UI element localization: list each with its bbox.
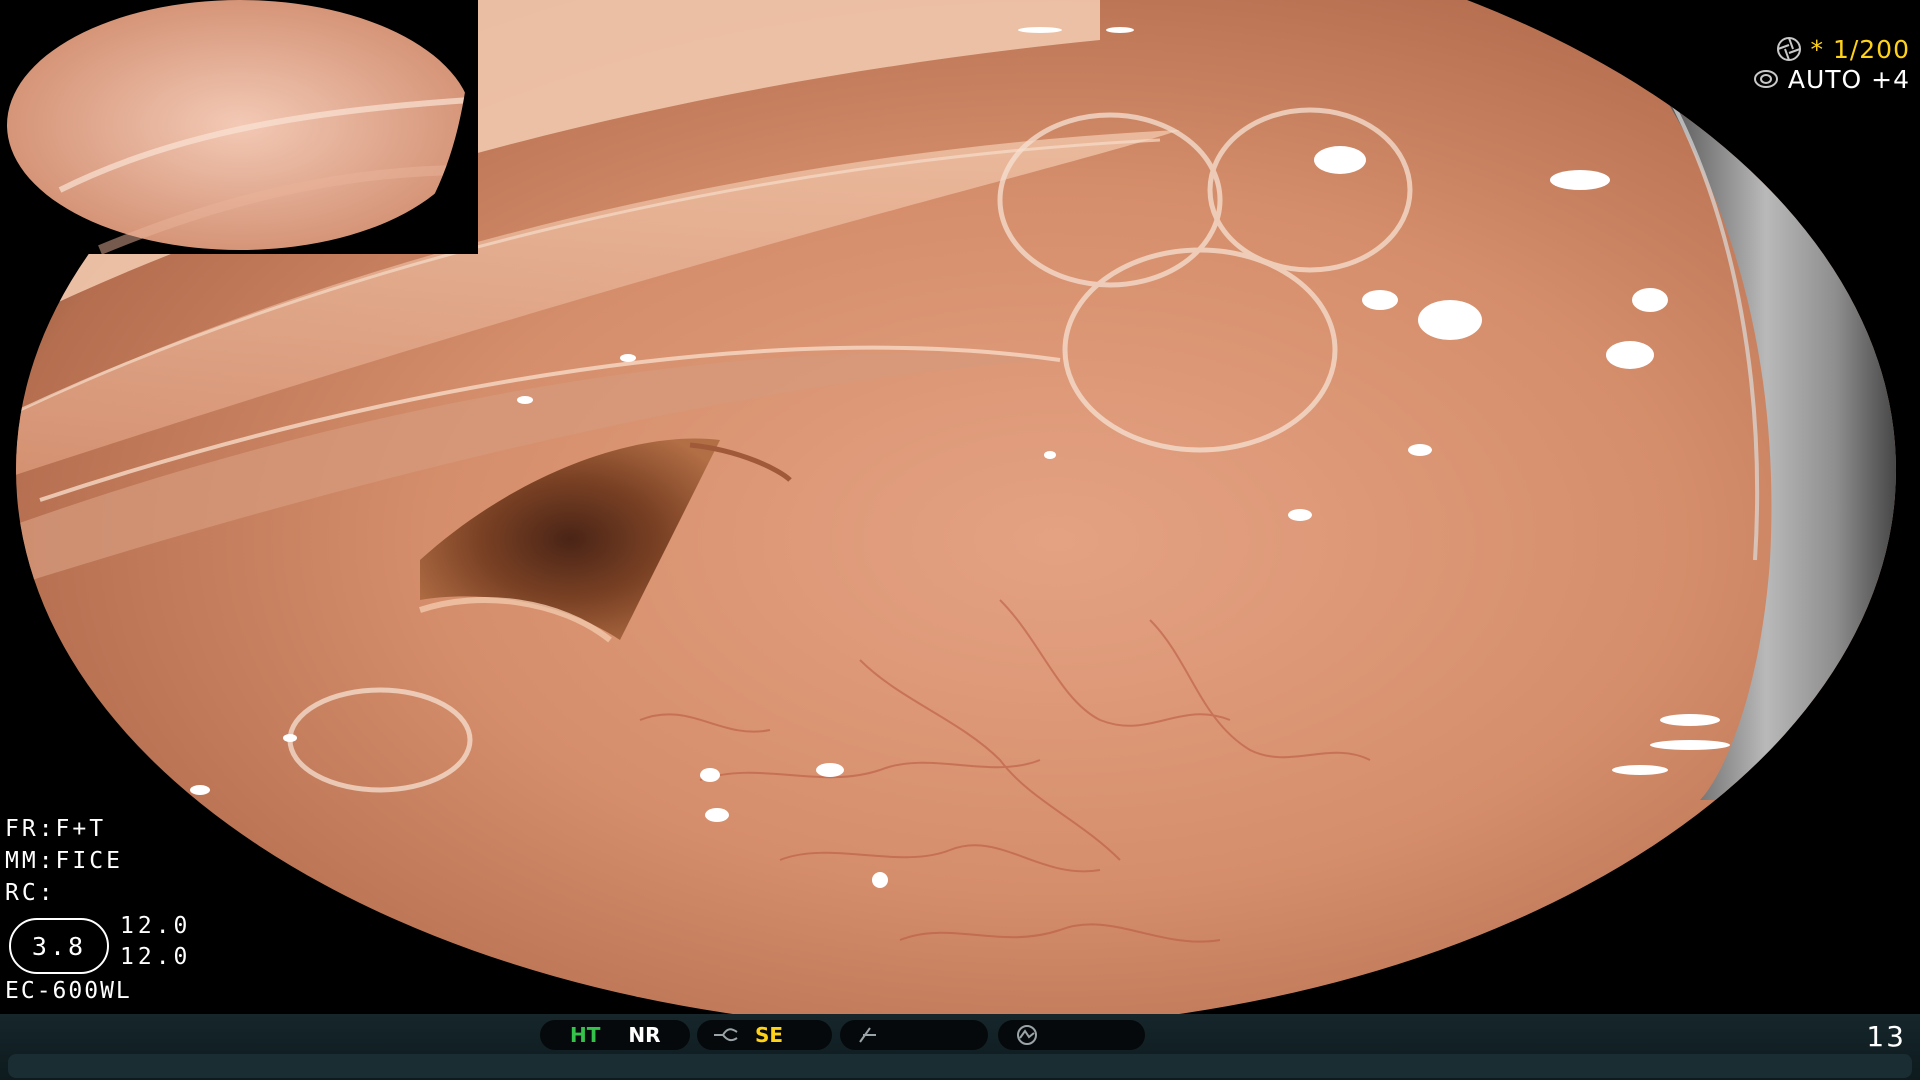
- status-strip: [8, 1054, 1912, 1078]
- scope-model: EC-600WL: [5, 978, 132, 1004]
- curve-icon: [714, 1028, 738, 1042]
- freeze-pill: [840, 1020, 988, 1050]
- structure-pill: SE: [697, 1020, 832, 1050]
- exposure-mode: AUTO +4: [1787, 64, 1910, 94]
- nr-label: NR: [628, 1023, 661, 1047]
- iris-icon: [1753, 70, 1778, 88]
- settings-info: FR:F+T MM:FICE RC:: [5, 818, 123, 914]
- signal-icon: [1017, 1025, 1037, 1045]
- mm-setting: MM:FICE: [5, 848, 123, 874]
- value-2: 12.0: [120, 944, 192, 970]
- frame-number: 13: [1866, 1020, 1906, 1053]
- ht-label: HT: [570, 1023, 601, 1047]
- rc-setting: RC:: [5, 880, 56, 906]
- se-label: SE: [755, 1023, 784, 1047]
- scope-values: 12.0 12.0: [120, 915, 191, 977]
- slash-icon: [859, 1027, 876, 1043]
- shutter-icon: [1776, 37, 1801, 61]
- mode-pill: [998, 1020, 1145, 1050]
- fr-setting: FR:F+T: [5, 816, 107, 842]
- endoscope-image: [0, 0, 1896, 1030]
- scope-value-badge: 3.8: [9, 918, 109, 974]
- exposure-readout: * 1/200 AUTO +4: [1752, 34, 1910, 94]
- value-1: 12.0: [120, 913, 192, 939]
- shutter-speed: * 1/200: [1810, 34, 1910, 64]
- enhancement-pill: HT NR: [540, 1020, 690, 1050]
